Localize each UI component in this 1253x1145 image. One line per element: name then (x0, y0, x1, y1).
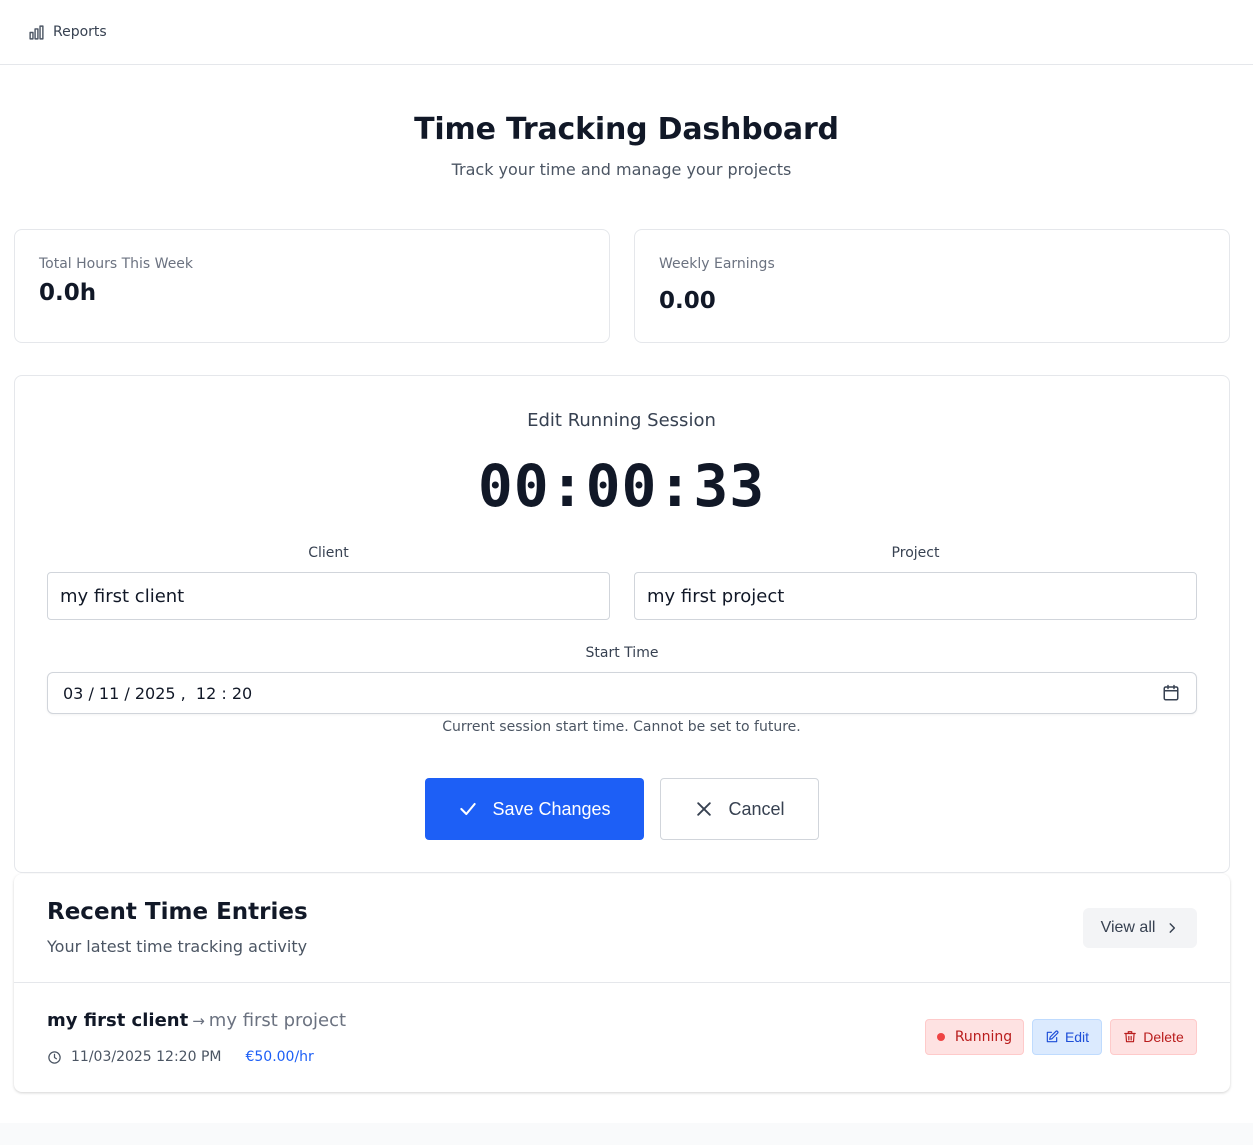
entry-title: my first client → my first project (47, 1010, 346, 1031)
entry-client: my first client (47, 1010, 189, 1031)
close-icon (697, 802, 712, 816)
client-label: Client (308, 545, 349, 561)
page-title: Time Tracking Dashboard (414, 112, 839, 147)
start-time-help-text: Current session start time. Cannot be se… (442, 719, 801, 735)
recent-entries-title: Recent Time Entries (47, 899, 308, 925)
cancel-label: Cancel (728, 798, 785, 819)
weekly-earnings-label: Weekly Earnings (659, 256, 775, 272)
arrow-right-icon: → (192, 1011, 205, 1030)
top-navigation-bar: Reports (0, 0, 1253, 65)
calendar-icon[interactable] (1162, 684, 1180, 702)
save-changes-button[interactable]: Save Changes (425, 778, 644, 840)
clock-icon (48, 1050, 61, 1064)
entry-datetime: 11/03/2025 12:20 PM (71, 1049, 222, 1065)
divider (14, 982, 1230, 983)
trash-icon (1124, 1031, 1137, 1043)
nav-item-reports[interactable]: Reports (28, 20, 107, 44)
delete-entry-button[interactable]: Delete (1110, 1019, 1197, 1055)
weekly-earnings-card: Weekly Earnings 0.00 (634, 229, 1230, 343)
page-subtitle: Track your time and manage your projects (451, 160, 792, 179)
delete-label: Delete (1143, 1029, 1184, 1045)
recent-entries-subtitle: Your latest time tracking activity (47, 937, 308, 956)
view-all-label: View all (1100, 919, 1156, 936)
entry-rate: €50.00/hr (245, 1049, 314, 1065)
save-changes-label: Save Changes (492, 798, 611, 819)
start-time-value: 03 / 11 / 2025 , 12 : 20 (63, 683, 253, 703)
status-label: Running (954, 1029, 1013, 1045)
total-hours-value: 0.0h (39, 280, 97, 306)
edit-entry-button[interactable]: Edit (1032, 1019, 1102, 1055)
client-input[interactable] (47, 572, 610, 620)
start-time-label: Start Time (585, 645, 659, 661)
edit-label: Edit (1064, 1029, 1090, 1045)
session-title: Edit Running Session (527, 410, 716, 431)
status-badge-running: Running (925, 1019, 1024, 1055)
chevron-right-icon (1169, 923, 1176, 933)
view-all-button[interactable]: View all (1083, 908, 1197, 948)
cancel-button[interactable]: Cancel (660, 778, 819, 840)
project-label: Project (891, 545, 940, 561)
entry-meta: 11/03/2025 12:20 PM €50.00/hr (47, 1047, 314, 1067)
running-dot-icon (936, 1033, 945, 1041)
session-timer: 00:00:33 (477, 452, 766, 520)
total-hours-label: Total Hours This Week (39, 256, 194, 272)
nav-item-reports-label: Reports (53, 24, 107, 40)
entry-project: my first project (208, 1010, 347, 1031)
project-input[interactable] (634, 572, 1197, 620)
check-icon (460, 802, 477, 816)
bar-chart-icon (29, 24, 44, 40)
start-time-input[interactable]: 03 / 11 / 2025 , 12 : 20 (47, 672, 1197, 714)
edit-icon (1046, 1030, 1059, 1043)
weekly-earnings-value: 0.00 (659, 288, 716, 314)
total-hours-card: Total Hours This Week 0.0h (14, 229, 610, 343)
